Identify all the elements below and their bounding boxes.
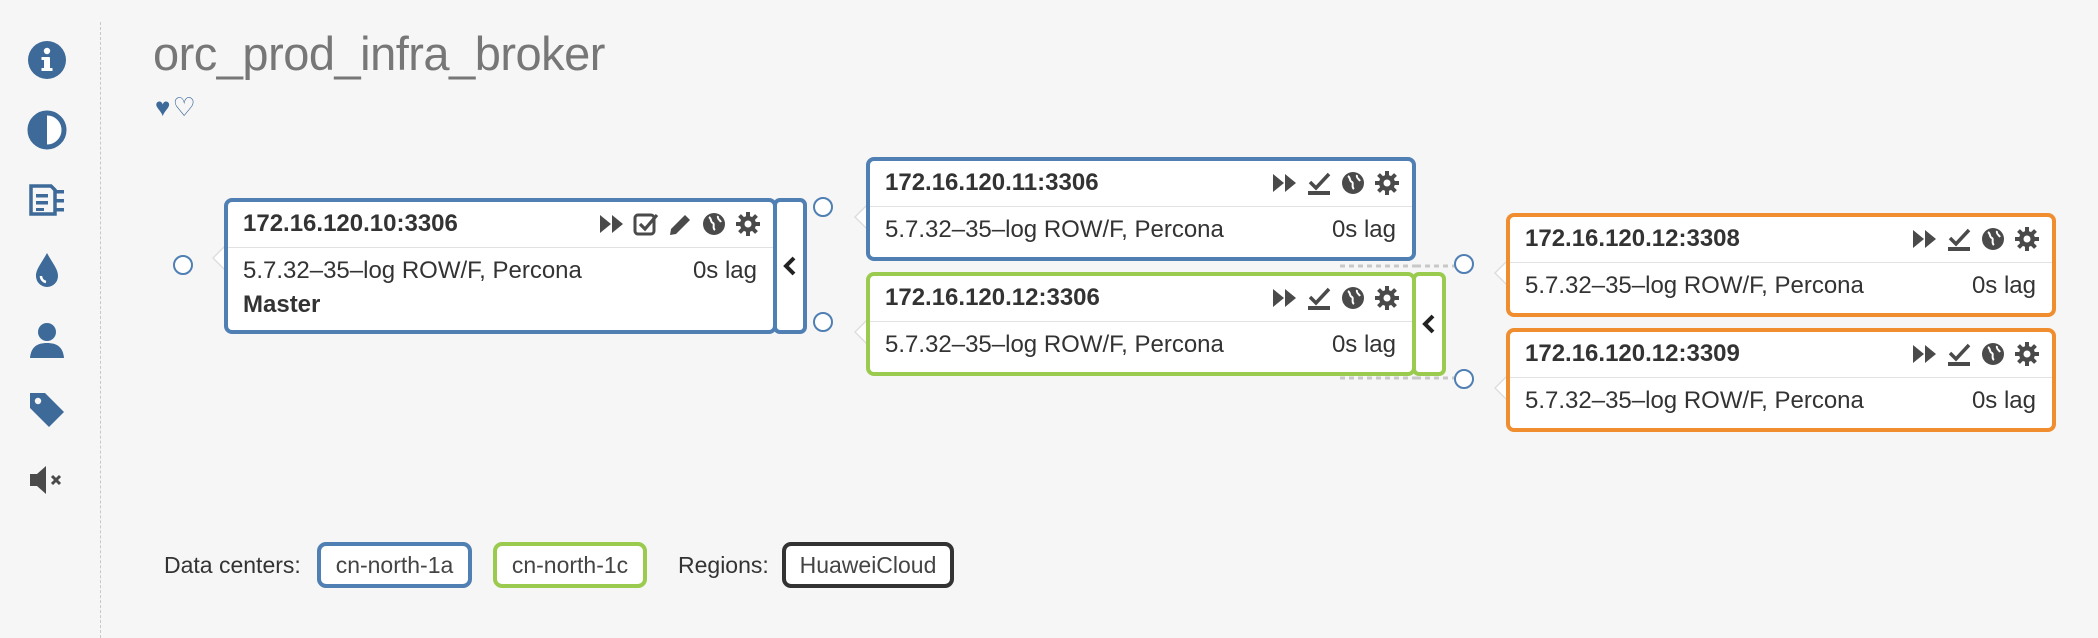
node-header: 172.16.120.11:3306: [870, 161, 1412, 207]
node-pointer: [854, 320, 866, 344]
node-toolbar: [1910, 224, 2042, 254]
master-drag-handle[interactable]: [173, 255, 193, 275]
download-check-icon[interactable]: [1304, 168, 1334, 198]
replica-attach-handle[interactable]: [1454, 254, 1474, 274]
node-header: 172.16.120.10:3306: [228, 202, 773, 248]
node-lag: 0s lag: [1971, 272, 2036, 299]
gear-icon[interactable]: [733, 209, 763, 239]
master-node[interactable]: 172.16.120.10:3306 5.7.32–35–log ROW/F, …: [212, 198, 777, 334]
node-version: 5.7.32–35–log ROW/F, Percona: [885, 331, 1224, 358]
globe-icon[interactable]: [1978, 339, 2008, 369]
pencil-icon[interactable]: [665, 209, 695, 239]
node-version: 5.7.32–35–log ROW/F, Percona: [1525, 387, 1864, 414]
globe-icon[interactable]: [1338, 168, 1368, 198]
fast-forward-icon[interactable]: [1910, 224, 1940, 254]
fast-forward-icon[interactable]: [1910, 339, 1940, 369]
node-pointer: [212, 246, 224, 270]
node-version: 5.7.32–35–log ROW/F, Percona: [885, 216, 1224, 243]
replica-node[interactable]: 172.16.120.12:3306 5.7.32–35–log ROW/F, …: [854, 272, 1416, 376]
gear-icon[interactable]: [1372, 168, 1402, 198]
replica-attach-handle[interactable]: [813, 197, 833, 217]
fast-forward-icon[interactable]: [1270, 283, 1300, 313]
node-toolbar: [1270, 168, 1402, 198]
replica-attach-handle[interactable]: [1454, 369, 1474, 389]
collapse-replicas-button[interactable]: [1412, 272, 1446, 376]
node-pointer: [854, 205, 866, 229]
node-lag: 0s lag: [1331, 216, 1396, 243]
node-pointer: [1494, 376, 1506, 400]
fast-forward-icon[interactable]: [1270, 168, 1300, 198]
node-lag: 0s lag: [692, 257, 757, 284]
collapse-replicas-button[interactable]: [773, 198, 807, 334]
datacenter-chip-cn-north-1c[interactable]: cn-north-1c: [493, 542, 647, 588]
node-toolbar: [597, 209, 763, 239]
node-host[interactable]: 172.16.120.11:3306: [885, 169, 1099, 197]
node-header: 172.16.120.12:3306: [870, 276, 1412, 322]
globe-icon[interactable]: [1978, 224, 2008, 254]
check-square-icon[interactable]: [631, 209, 661, 239]
download-check-icon[interactable]: [1304, 283, 1334, 313]
node-lag: 0s lag: [1971, 387, 2036, 414]
gear-icon[interactable]: [2012, 224, 2042, 254]
globe-icon[interactable]: [699, 209, 729, 239]
download-check-icon[interactable]: [1944, 224, 1974, 254]
replica-node[interactable]: 172.16.120.12:3309 5.7.32–35–log ROW/F, …: [1494, 328, 2056, 432]
node-toolbar: [1270, 283, 1402, 313]
datacenters-label: Data centers:: [164, 552, 301, 578]
region-chip-huaweicloud[interactable]: HuaweiCloud: [782, 542, 954, 588]
regions-label: Regions:: [678, 552, 769, 578]
node-toolbar: [1910, 339, 2042, 369]
node-pointer: [1494, 261, 1506, 285]
node-lag: 0s lag: [1331, 331, 1396, 358]
node-host[interactable]: 172.16.120.10:3306: [243, 210, 458, 238]
fast-forward-icon[interactable]: [597, 209, 627, 239]
datacenter-chip-cn-north-1a[interactable]: cn-north-1a: [317, 542, 472, 588]
download-check-icon[interactable]: [1944, 339, 1974, 369]
gear-icon[interactable]: [2012, 339, 2042, 369]
replica-attach-handle[interactable]: [813, 312, 833, 332]
node-host[interactable]: 172.16.120.12:3306: [885, 284, 1100, 312]
replica-node[interactable]: 172.16.120.12:3308 5.7.32–35–log ROW/F, …: [1494, 213, 2056, 317]
node-host[interactable]: 172.16.120.12:3309: [1525, 340, 1740, 368]
node-header: 172.16.120.12:3309: [1510, 332, 2052, 378]
node-version: 5.7.32–35–log ROW/F, Percona: [243, 257, 582, 284]
node-header: 172.16.120.12:3308: [1510, 217, 2052, 263]
gear-icon[interactable]: [1372, 283, 1402, 313]
node-version: 5.7.32–35–log ROW/F, Percona: [1525, 272, 1864, 299]
globe-icon[interactable]: [1338, 283, 1368, 313]
node-role: Master: [243, 291, 321, 318]
replica-node[interactable]: 172.16.120.11:3306 5.7.32–35–log ROW/F, …: [854, 157, 1416, 261]
node-host[interactable]: 172.16.120.12:3308: [1525, 225, 1740, 253]
